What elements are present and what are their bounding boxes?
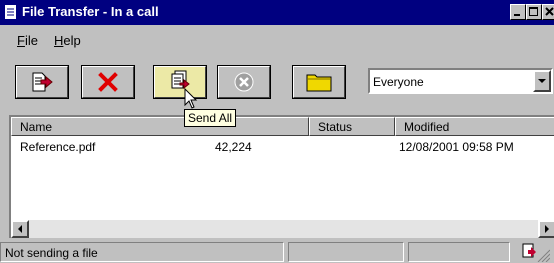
status-text: Not sending a file: [0, 242, 284, 262]
arrow-left-icon: [18, 225, 22, 233]
minimize-button[interactable]: [510, 4, 526, 20]
open-folder-button[interactable]: [292, 65, 346, 99]
file-list[interactable]: Name Status Modified Reference.pdf 42,22…: [9, 115, 554, 238]
list-item[interactable]: Reference.pdf 42,224 12/08/2001 09:58 PM: [11, 137, 554, 159]
scroll-right-button[interactable]: [538, 220, 554, 238]
send-file-button[interactable]: [15, 65, 69, 99]
file-modified: 12/08/2001 09:58 PM: [399, 140, 514, 154]
column-header-status[interactable]: Status: [309, 117, 395, 136]
folder-icon: [306, 74, 332, 92]
menu-file-label: ile: [24, 33, 38, 48]
list-header: Name Status Modified: [11, 117, 554, 136]
recipient-selected-value: Everyone: [373, 75, 424, 89]
red-x-icon: [98, 72, 118, 92]
status-panel-2: [288, 242, 404, 262]
window-title: File Transfer - In a call: [22, 4, 159, 19]
scroll-left-button[interactable]: [11, 220, 29, 238]
mouse-pointer-icon: [184, 88, 198, 109]
send-all-button[interactable]: [153, 65, 207, 99]
send-file-icon: [32, 72, 53, 92]
recipient-select[interactable]: Everyone: [368, 68, 553, 94]
title-bar[interactable]: File Transfer - In a call: [0, 0, 554, 25]
stop-button[interactable]: [217, 65, 271, 99]
file-size: 42,224: [215, 140, 252, 154]
menu-help[interactable]: Help: [54, 33, 81, 48]
maximize-icon: [529, 7, 538, 16]
minimize-icon: [514, 14, 520, 16]
chevron-down-icon: [538, 79, 546, 83]
menu-help-label: elp: [63, 33, 81, 48]
menu-help-mnemonic: H: [54, 33, 64, 48]
file-transfer-window: File Transfer - In a call File Help Ever…: [0, 0, 554, 263]
arrow-right-icon: [545, 225, 549, 233]
document-icon: [5, 5, 16, 19]
close-button[interactable]: [542, 4, 554, 20]
transfer-status-icon: [522, 243, 550, 262]
menu-file-mnemonic: F: [17, 33, 25, 48]
menu-bar: File Help: [0, 25, 554, 53]
column-header-modified[interactable]: Modified: [395, 117, 554, 136]
close-icon: [545, 7, 554, 16]
file-name: Reference.pdf: [20, 140, 96, 154]
send-all-tooltip: Send All: [184, 109, 237, 127]
horizontal-scrollbar[interactable]: [11, 220, 554, 238]
column-header-name[interactable]: Name: [11, 117, 309, 136]
menu-file[interactable]: File: [17, 33, 38, 48]
stop-icon: [234, 72, 254, 92]
status-panel-3: [408, 242, 510, 262]
maximize-button[interactable]: [526, 4, 542, 20]
toolbar: Everyone: [0, 53, 554, 108]
cancel-transfer-button[interactable]: [81, 65, 135, 99]
status-bar: Not sending a file: [0, 239, 554, 263]
dropdown-button[interactable]: [533, 70, 551, 92]
